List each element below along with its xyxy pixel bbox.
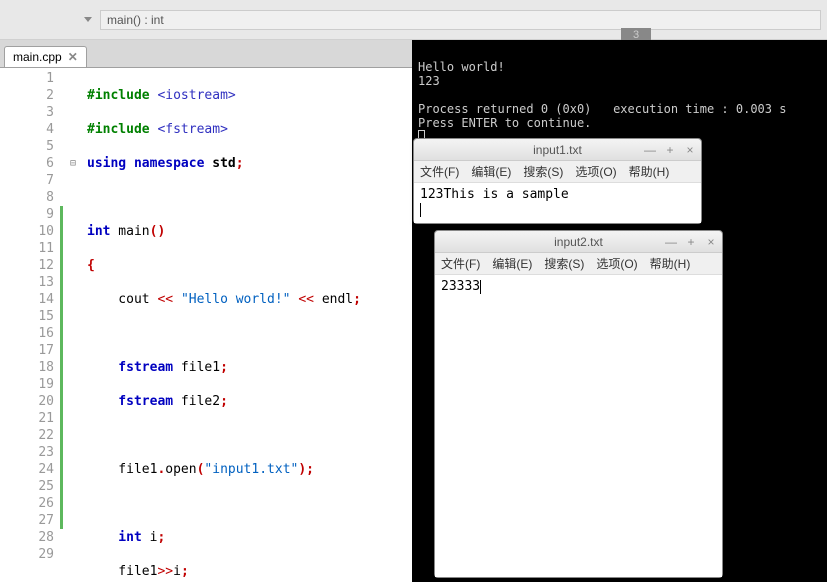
function-scope-dropdown[interactable]: main() : int [100, 10, 821, 30]
line-number-gutter: 1234567891011121314151617181920212223242… [0, 68, 60, 582]
window2-menubar: 文件(F) 编辑(E) 搜索(S) 选项(O) 帮助(H) [435, 253, 722, 275]
close-icon[interactable]: × [683, 143, 697, 157]
maximize-icon[interactable]: + [684, 235, 698, 249]
window1-menubar: 文件(F) 编辑(E) 搜索(S) 选项(O) 帮助(H) [414, 161, 701, 183]
top-toolbar: main() : int [0, 0, 827, 40]
tab-filename: main.cpp [13, 50, 62, 64]
window2-content[interactable]: 23333 [435, 275, 722, 577]
text-editor-window-1[interactable]: input1.txt — + × 文件(F) 编辑(E) 搜索(S) 选项(O)… [413, 138, 702, 224]
menu-help[interactable]: 帮助(H) [650, 255, 691, 272]
menu-search[interactable]: 搜索(S) [523, 163, 563, 180]
window1-titlebar[interactable]: input1.txt — + × [414, 139, 701, 161]
minimize-icon[interactable]: — [643, 143, 657, 157]
menu-options[interactable]: 选项(O) [596, 255, 637, 272]
maximize-icon[interactable]: + [663, 143, 677, 157]
menu-edit[interactable]: 编辑(E) [492, 255, 532, 272]
menu-file[interactable]: 文件(F) [441, 255, 480, 272]
window1-content[interactable]: 123This is a sample [414, 183, 701, 223]
tab-close-icon[interactable]: ✕ [68, 50, 78, 64]
menu-help[interactable]: 帮助(H) [629, 163, 670, 180]
minimize-icon[interactable]: — [664, 235, 678, 249]
text-editor-window-2[interactable]: input2.txt — + × 文件(F) 编辑(E) 搜索(S) 选项(O)… [434, 230, 723, 578]
fold-gutter: ⊟ [63, 68, 83, 582]
close-icon[interactable]: × [704, 235, 718, 249]
fold-toggle-icon[interactable]: ⊟ [63, 155, 83, 172]
window1-title: input1.txt [533, 143, 582, 157]
menu-file[interactable]: 文件(F) [420, 163, 459, 180]
menu-options[interactable]: 选项(O) [575, 163, 616, 180]
window2-titlebar[interactable]: input2.txt — + × [435, 231, 722, 253]
menu-edit[interactable]: 编辑(E) [471, 163, 511, 180]
menu-search[interactable]: 搜索(S) [544, 255, 584, 272]
text-cursor-icon [420, 203, 421, 217]
editor-tab-main[interactable]: main.cpp ✕ [4, 46, 87, 67]
text-cursor-icon [480, 280, 481, 294]
window2-title: input2.txt [554, 235, 603, 249]
dropdown-arrow-icon[interactable] [80, 12, 96, 28]
